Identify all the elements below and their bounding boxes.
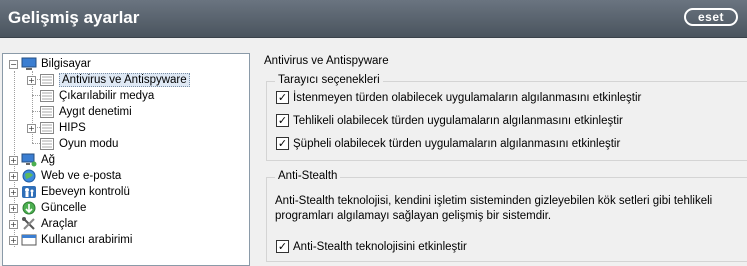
tree-item-tools[interactable]: + Araçlar: [9, 216, 77, 232]
tree-item-label: Çıkarılabilir medya: [59, 90, 155, 102]
parental-icon: [21, 185, 37, 199]
tree-item-label: HIPS: [59, 122, 86, 134]
list-icon: [39, 89, 55, 103]
tree-item-network[interactable]: + Ağ: [9, 152, 55, 168]
settings-body: − Bilgisayar + Antivirus ve Antispyware …: [0, 39, 747, 266]
tools-icon: [21, 217, 37, 231]
tree-item-antivirus[interactable]: + Antivirus ve Antispyware: [27, 72, 190, 88]
tree-item-label: Aygıt denetimi: [59, 106, 132, 118]
globe-icon: [21, 169, 37, 183]
update-icon: [21, 201, 37, 215]
collapse-icon[interactable]: −: [9, 59, 18, 69]
expand-icon[interactable]: +: [27, 123, 36, 133]
tree-item-removable-media[interactable]: Çıkarılabilir medya: [39, 88, 154, 104]
group-title: Anti-Stealth: [275, 170, 341, 182]
expand-icon[interactable]: +: [9, 235, 18, 245]
tree-item-bilgisayar[interactable]: − Bilgisayar: [9, 56, 91, 72]
network-icon: [21, 153, 37, 167]
tree-item-label: Güncelle: [41, 202, 87, 214]
expand-icon[interactable]: +: [9, 203, 18, 213]
tree-item-device-control[interactable]: Aygıt denetimi: [39, 104, 132, 120]
tree-item-label: Oyun modu: [59, 138, 119, 150]
list-icon: [39, 121, 55, 135]
tree-item-hips[interactable]: + HIPS: [27, 120, 86, 136]
antistealth-description: Anti-Stealth teknolojisi, kendini işleti…: [275, 194, 735, 224]
option-label: Şüpheli olabilecek türden uygulamaların …: [293, 137, 621, 150]
ui-icon: [21, 233, 37, 247]
tree-item-user-interface[interactable]: + Kullanıcı arabirimi: [9, 232, 132, 248]
checkbox[interactable]: ✓: [276, 137, 289, 150]
description-line: Anti-Stealth teknolojisi, kendini işleti…: [275, 195, 713, 207]
antistealth-group: Anti-Stealth Anti-Stealth teknolojisi, k…: [266, 170, 747, 262]
tree-item-label: Antivirus ve Antispyware: [59, 73, 190, 87]
list-icon: [39, 105, 55, 119]
window-title: Gelişmiş ayarlar: [8, 8, 140, 27]
expand-icon[interactable]: +: [9, 155, 18, 165]
option-suspicious[interactable]: ✓ Şüpheli olabilecek türden uygulamaları…: [276, 137, 620, 150]
list-icon: [39, 137, 55, 151]
checkbox[interactable]: ✓: [276, 91, 289, 104]
group-title: Tarayıcı seçenekleri: [275, 74, 383, 86]
expand-icon[interactable]: +: [27, 75, 36, 85]
checkbox[interactable]: ✓: [276, 114, 289, 127]
panel-title: Antivirus ve Antispyware: [264, 55, 389, 67]
option-antistealth[interactable]: ✓ Anti-Stealth teknolojisini etkinleştir: [276, 240, 467, 253]
option-label: Anti-Stealth teknolojisini etkinleştir: [293, 240, 467, 253]
option-label: İstenmeyen türden olabilecek uygulamalar…: [293, 91, 642, 104]
option-potentially-unwanted[interactable]: ✓ İstenmeyen türden olabilecek uygulamal…: [276, 91, 641, 104]
tree-item-game-mode[interactable]: Oyun modu: [39, 136, 118, 152]
tree-item-update[interactable]: + Güncelle: [9, 200, 86, 216]
tree-item-label: Ebeveyn kontrolü: [41, 186, 130, 198]
expand-icon[interactable]: +: [9, 219, 18, 229]
scanner-options-group: Tarayıcı seçenekleri ✓ İstenmeyen türden…: [266, 74, 747, 161]
tree-item-label: Kullanıcı arabirimi: [41, 234, 133, 246]
expand-icon[interactable]: +: [9, 171, 18, 181]
tree-item-parental-control[interactable]: + Ebeveyn kontrolü: [9, 184, 130, 200]
tree-item-web-email[interactable]: + Web ve e-posta: [9, 168, 121, 184]
tree-item-label: Web ve e-posta: [41, 170, 122, 182]
tree-item-label: Araçlar: [41, 218, 78, 230]
computer-icon: [21, 57, 37, 71]
tree-item-label: Ağ: [41, 154, 56, 166]
list-icon: [39, 73, 55, 87]
option-potentially-unsafe[interactable]: ✓ Tehlikeli olabilecek türden uygulamala…: [276, 114, 623, 127]
settings-panel: Antivirus ve Antispyware Tarayıcı seçene…: [256, 53, 747, 266]
eset-logo: eset: [684, 8, 738, 26]
title-bar: Gelişmiş ayarlar eset: [0, 0, 747, 38]
settings-tree[interactable]: − Bilgisayar + Antivirus ve Antispyware …: [2, 53, 250, 266]
tree-item-label: Bilgisayar: [41, 58, 91, 70]
option-label: Tehlikeli olabilecek türden uygulamaları…: [293, 114, 623, 127]
expand-icon[interactable]: +: [9, 187, 18, 197]
checkbox[interactable]: ✓: [276, 240, 289, 253]
description-line: programları algılamayı sağlayan gelişmiş…: [275, 210, 552, 222]
